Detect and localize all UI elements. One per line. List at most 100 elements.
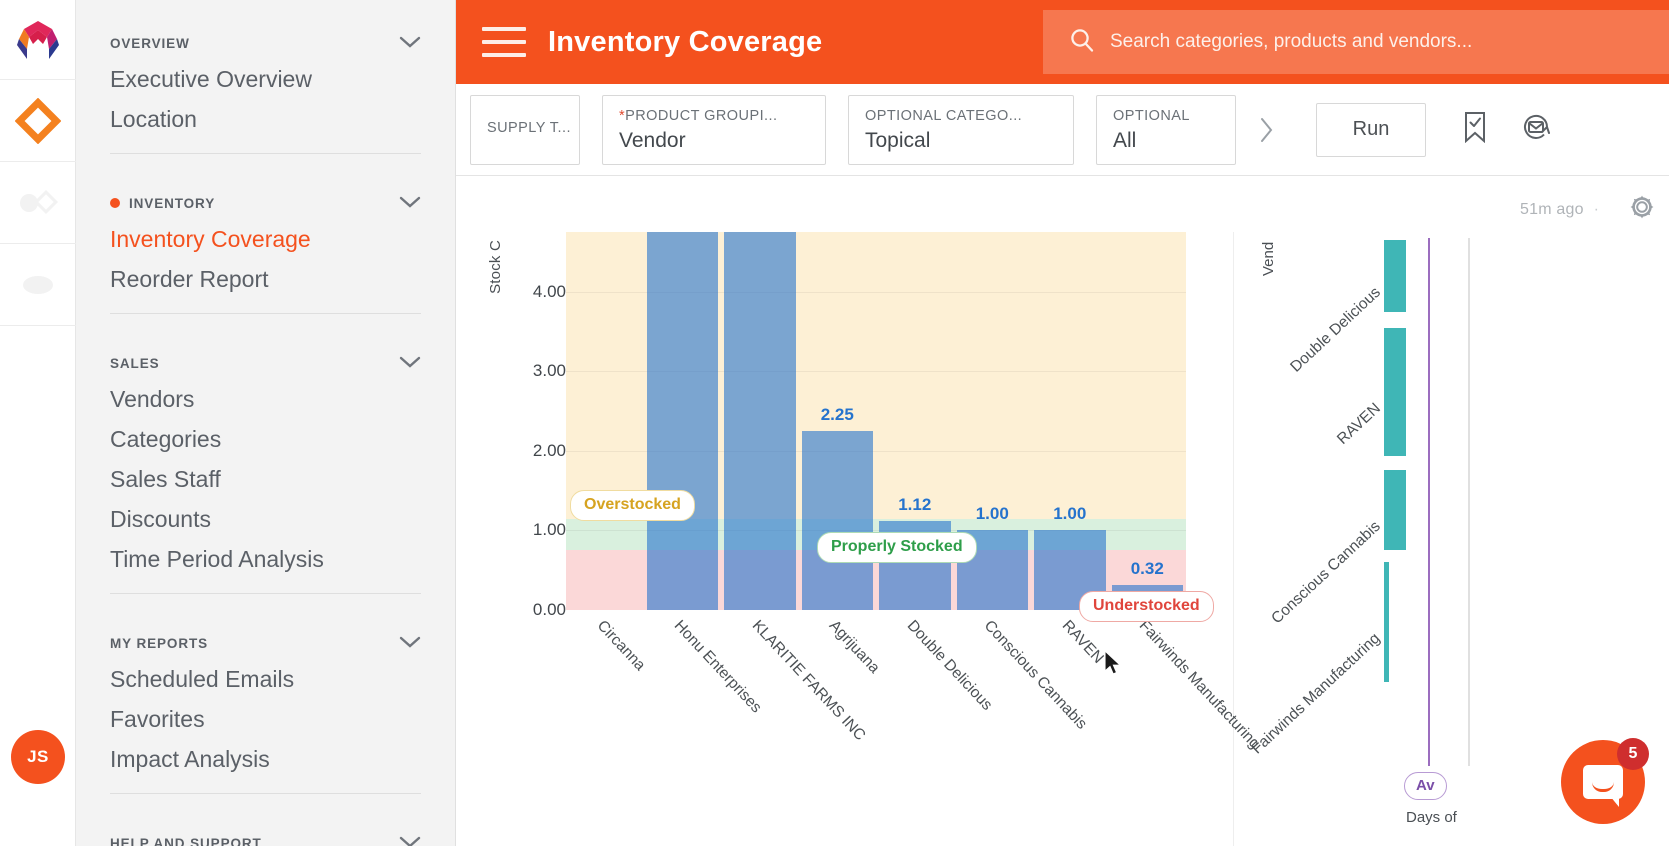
chart-tiles: Stock C 0.00 1.00 2.00 3.00 4.00 [456,232,1669,846]
intercom-launcher[interactable]: 5 [1561,740,1645,824]
bar-slot[interactable]: Honu Enterprises [644,232,722,610]
nav-group-title: MY REPORTS [110,636,208,651]
chevron-down-icon[interactable] [399,195,421,212]
sidebar-item-impact-analysis[interactable]: Impact Analysis [110,740,421,780]
search-placeholder: Search categories, products and vendors.… [1110,31,1472,53]
h-bar-row[interactable]: Conscious Cannabis [1384,470,1633,550]
sidebar-item-executive-overview[interactable]: Executive Overview [110,60,421,100]
avatar[interactable]: JS [11,730,65,784]
filter-bar: SUPPLY T... *PRODUCT GROUPI... Vendor OP… [456,84,1669,176]
nav-group-header-inventory[interactable]: INVENTORY [110,186,421,220]
nav-group-title: INVENTORY [129,196,215,211]
filter-label: OPTIONAL CATEGO... [865,108,1057,124]
filter-list: SUPPLY T... *PRODUCT GROUPI... Vendor OP… [492,95,1236,165]
filter-label: *PRODUCT GROUPI... [619,108,809,124]
sidebar-item-location[interactable]: Location [110,100,421,140]
search-icon [1069,27,1095,58]
sidebar-item-favorites[interactable]: Favorites [110,700,421,740]
nav-group-header-help-and-support[interactable]: HELP AND SUPPORT [110,826,421,846]
y-axis: Stock C 0.00 1.00 2.00 3.00 4.00 [456,232,566,622]
y-tick: 1.00 [504,520,566,540]
chevron-down-icon[interactable] [399,355,421,372]
nav-group-header-overview[interactable]: OVERVIEW [110,26,421,60]
side-category-label: Conscious Cannabis [1268,518,1384,628]
bar-slot[interactable]: 0.32 Fairwinds Manufacturing [1109,232,1187,610]
app-header: Inventory Coverage Search categories, pr… [456,0,1669,84]
side-category-label: Fairwinds Manufacturing [1249,630,1385,758]
sidebar-nav: OVERVIEW Executive Overview Location INV… [76,0,456,846]
filter-optional[interactable]: OPTIONAL All [1096,95,1236,165]
side-category-label: Double Delicious [1287,284,1384,376]
nav-group-header-sales[interactable]: SALES [110,346,421,380]
bar-slot[interactable]: KLARITIE FARMS INC [721,232,799,610]
dashboard-content: 51m ago · Stock C 0.00 [456,176,1669,846]
rail-item-browse[interactable] [0,244,76,326]
chevron-down-icon[interactable] [399,835,421,846]
y-tick: 2.00 [504,441,566,461]
h-bar[interactable] [1384,240,1406,312]
sidebar-item-categories[interactable]: Categories [110,420,421,460]
bar-slot[interactable]: Circanna [566,232,644,610]
filter-product-grouping[interactable]: *PRODUCT GROUPI... Vendor [602,95,826,165]
sidebar-item-scheduled-emails[interactable]: Scheduled Emails [110,660,421,700]
sidebar-item-vendors[interactable]: Vendors [110,380,421,420]
filter-value: Vendor [619,129,809,153]
icon-rail: JS [0,0,76,846]
gear-icon[interactable] [1629,194,1655,225]
nav-group-title: OVERVIEW [110,36,190,51]
nav-group-help-and-support: HELP AND SUPPORT Getting Started [110,793,421,846]
h-bar-row[interactable]: RAVEN [1384,328,1633,456]
bar-value-label: 0.32 [1112,559,1184,579]
h-bar[interactable] [1384,470,1406,550]
chevron-down-icon[interactable] [399,635,421,652]
bar[interactable] [647,232,719,610]
h-bar-row[interactable]: Fairwinds Manufacturing [1384,562,1633,682]
sidebar-item-inventory-coverage[interactable]: Inventory Coverage [110,220,421,260]
y-tick: 3.00 [504,361,566,381]
brand-logo[interactable] [0,0,76,80]
last-updated-text: 51m ago [1520,201,1584,219]
bar-value-label: 1.00 [1034,504,1106,524]
nav-group-header-my-reports[interactable]: MY REPORTS [110,626,421,660]
sidebar-item-time-period-analysis[interactable]: Time Period Analysis [110,540,421,580]
search-input[interactable]: Search categories, products and vendors.… [1043,10,1669,74]
h-bar[interactable] [1384,562,1389,682]
filter-optional-category[interactable]: OPTIONAL CATEGO... Topical [848,95,1074,165]
bar-slot[interactable]: 1.00 RAVEN [1031,232,1109,610]
nav-group-inventory: INVENTORY Inventory Coverage Reorder Rep… [110,153,421,300]
chevron-crown-logo-icon [14,19,62,61]
bookmark-check-icon[interactable] [1462,111,1488,148]
sidebar-item-reorder-report[interactable]: Reorder Report [110,260,421,300]
smile-icon [1592,782,1614,792]
chevron-down-icon[interactable] [399,35,421,52]
bar[interactable]: 2.25 [802,431,874,610]
rail-item-diamond[interactable] [0,80,76,162]
band-pill-understocked: Understocked [1079,591,1214,622]
plot-area: Circanna Honu Enterprises KLARITIE FARMS… [566,232,1186,610]
filter-supply-type[interactable]: SUPPLY T... [470,95,580,165]
h-bar-row[interactable]: Double Delicious [1384,240,1633,312]
sidebar-item-discounts[interactable]: Discounts [110,500,421,540]
filter-value: All [1113,129,1219,153]
bar[interactable] [724,232,796,610]
filter-value: Topical [865,129,1057,153]
run-button[interactable]: Run [1316,103,1426,157]
rail-item-explore[interactable] [0,162,76,244]
band-pill-overstocked: Overstocked [570,490,695,521]
chevron-right-icon[interactable] [1252,110,1280,150]
explore-icon [15,188,61,218]
y-tick: 0.00 [504,600,566,620]
schedule-email-icon[interactable] [1520,111,1552,148]
chat-bubble-icon [1583,765,1623,799]
app-root: JS OVERVIEW Executive Overview Location … [0,0,1669,846]
bar-value-label: 2.25 [802,405,874,425]
main-region: Inventory Coverage Search categories, pr… [456,0,1669,846]
hamburger-icon[interactable] [482,27,526,57]
nav-group-overview: OVERVIEW Executive Overview Location [110,0,421,140]
h-bar[interactable] [1384,328,1406,456]
sidebar-item-sales-staff[interactable]: Sales Staff [110,460,421,500]
avatar-initials: JS [27,747,49,767]
active-group-dot-icon [110,198,120,208]
band-pill-properly-stocked: Properly Stocked [817,532,977,563]
x-tick-label: Circanna [593,617,648,675]
